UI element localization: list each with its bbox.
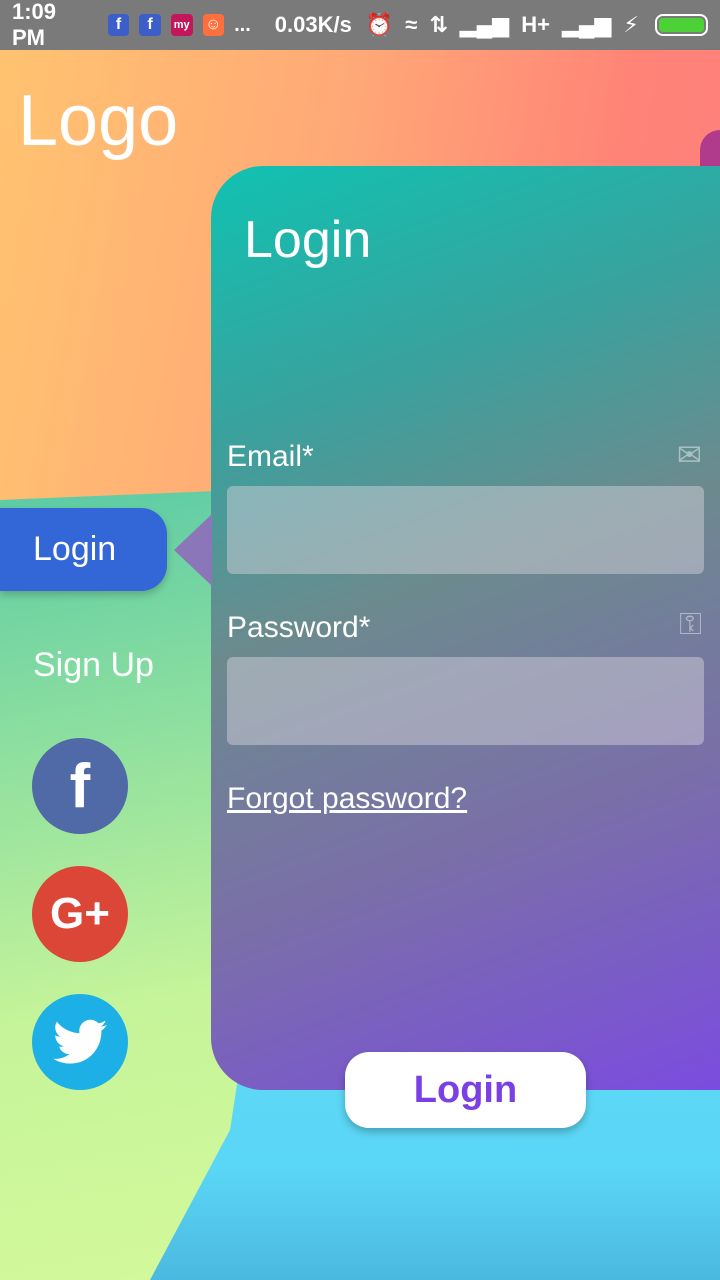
charging-icon: ⚡ xyxy=(623,12,639,37)
card-title: Login xyxy=(244,211,372,269)
tab-signup[interactable]: Sign Up xyxy=(33,646,154,685)
battery-icon xyxy=(654,14,709,36)
twitter-login-button[interactable] xyxy=(32,994,128,1090)
signal-icon-2: ▂▄▆ xyxy=(561,12,612,37)
network-speed: 0.03K/s xyxy=(274,12,352,37)
google-plus-icon: G+ xyxy=(50,889,110,938)
wifi-icon: ≈ xyxy=(405,12,418,37)
tab-login[interactable]: Login xyxy=(0,508,167,591)
facebook-notification-icon: f xyxy=(107,14,130,36)
google-plus-login-button[interactable]: G+ xyxy=(32,866,128,962)
twitter-bird-icon xyxy=(53,1019,107,1064)
status-time: 1:09 PM xyxy=(12,0,57,50)
login-card: Login Email* ✉ Password* ⚿ Forgot passwo… xyxy=(211,166,720,1090)
password-label: Password* xyxy=(227,611,371,644)
key-icon: ⚿ xyxy=(679,608,702,641)
forgot-password-link[interactable]: Forgot password? xyxy=(227,782,467,816)
more-notifications-icon: ... xyxy=(234,13,251,36)
shopping-notification-icon: ☺ xyxy=(202,14,225,36)
password-field[interactable] xyxy=(227,657,704,745)
facebook-notification-icon: f xyxy=(139,14,161,36)
data-transfer-icon: ⇅ xyxy=(429,12,448,37)
email-label: Email* xyxy=(227,440,314,473)
mail-icon: ✉ xyxy=(676,439,702,472)
facebook-login-button[interactable]: f xyxy=(32,738,128,834)
status-bar: 1:09 PM f f my ☺ ... 0.03K/s ⏰ ≈ ⇅ ▂▄▆ H… xyxy=(0,0,720,50)
facebook-icon: f xyxy=(69,751,91,821)
app-logo: Logo xyxy=(18,81,179,161)
myntra-notification-icon: my xyxy=(170,14,193,36)
active-tab-pointer xyxy=(174,514,212,586)
signal-icon: ▂▄▆ xyxy=(459,12,510,37)
login-button[interactable]: Login xyxy=(345,1052,586,1128)
network-type: H+ xyxy=(521,12,550,37)
alarm-icon: ⏰ xyxy=(365,12,394,37)
email-field[interactable] xyxy=(227,486,704,574)
